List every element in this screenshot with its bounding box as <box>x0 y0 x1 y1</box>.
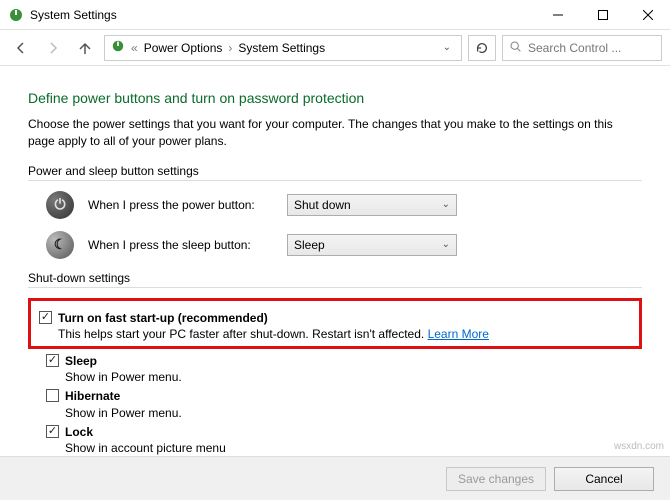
lock-label: Lock Show in account picture menu <box>65 424 226 456</box>
content-area: Define power buttons and turn on passwor… <box>0 66 670 456</box>
sleep-icon: ☾ <box>46 231 74 259</box>
cancel-button[interactable]: Cancel <box>554 467 654 491</box>
chevron-right-icon: › <box>228 41 232 55</box>
page-description: Choose the power settings that you want … <box>28 116 642 150</box>
search-input[interactable]: Search Control ... <box>502 35 662 61</box>
lock-checkbox[interactable] <box>46 425 59 438</box>
window-title: System Settings <box>30 8 117 22</box>
back-button[interactable] <box>8 35 34 61</box>
divider <box>28 287 642 288</box>
hibernate-checkbox[interactable] <box>46 389 59 402</box>
watermark: wsxdn.com <box>614 441 664 452</box>
footer: Save changes Cancel <box>0 456 670 500</box>
power-button-label: When I press the power button: <box>88 198 273 212</box>
refresh-button[interactable] <box>468 35 496 61</box>
dropdown-value: Shut down <box>294 198 351 212</box>
sleep-button-dropdown[interactable]: Sleep ⌄ <box>287 234 457 256</box>
search-icon <box>509 40 522 56</box>
dropdown-value: Sleep <box>294 238 325 252</box>
address-bar[interactable]: « Power Options › System Settings ⌄ <box>104 35 462 61</box>
hibernate-label: Hibernate Show in Power menu. <box>65 388 182 420</box>
sleep-button-row: ☾ When I press the sleep button: Sleep ⌄ <box>46 231 642 259</box>
fast-startup-label: Turn on fast start-up (recommended) This… <box>58 310 489 342</box>
hibernate-row: Hibernate Show in Power menu. <box>46 388 642 420</box>
power-button-row: ⏻ When I press the power button: Shut do… <box>46 191 642 219</box>
sleep-row: Sleep Show in Power menu. <box>46 353 642 385</box>
page-title: Define power buttons and turn on passwor… <box>28 90 642 106</box>
section-label-power: Power and sleep button settings <box>28 164 642 178</box>
search-placeholder: Search Control ... <box>528 41 621 55</box>
section-label-shutdown: Shut-down settings <box>28 271 642 285</box>
highlight-annotation: Turn on fast start-up (recommended) This… <box>28 298 642 349</box>
toolbar: « Power Options › System Settings ⌄ Sear… <box>0 30 670 66</box>
sleep-button-label: When I press the sleep button: <box>88 238 273 252</box>
save-button[interactable]: Save changes <box>446 467 546 491</box>
divider <box>28 180 642 181</box>
learn-more-link[interactable]: Learn More <box>428 327 489 341</box>
fast-startup-checkbox[interactable] <box>39 311 52 324</box>
breadcrumb-icon <box>111 39 125 56</box>
fast-startup-row: Turn on fast start-up (recommended) This… <box>39 310 633 342</box>
titlebar: System Settings <box>0 0 670 30</box>
close-button[interactable] <box>625 0 670 30</box>
breadcrumb-item[interactable]: System Settings <box>238 41 325 55</box>
chevron-down-icon: ⌄ <box>442 239 450 250</box>
power-button-dropdown[interactable]: Shut down ⌄ <box>287 194 457 216</box>
power-icon: ⏻ <box>46 191 74 219</box>
chevron-down-icon: ⌄ <box>442 199 450 210</box>
window-controls <box>535 0 670 30</box>
forward-button[interactable] <box>40 35 66 61</box>
up-button[interactable] <box>72 35 98 61</box>
maximize-button[interactable] <box>580 0 625 30</box>
breadcrumb-sep-icon: « <box>131 41 138 55</box>
lock-row: Lock Show in account picture menu <box>46 424 642 456</box>
breadcrumb-item[interactable]: Power Options <box>144 41 223 55</box>
address-dropdown-icon[interactable]: ⌄ <box>439 42 455 53</box>
minimize-button[interactable] <box>535 0 580 30</box>
sleep-checkbox[interactable] <box>46 354 59 367</box>
app-icon <box>8 7 24 23</box>
sleep-label: Sleep Show in Power menu. <box>65 353 182 385</box>
